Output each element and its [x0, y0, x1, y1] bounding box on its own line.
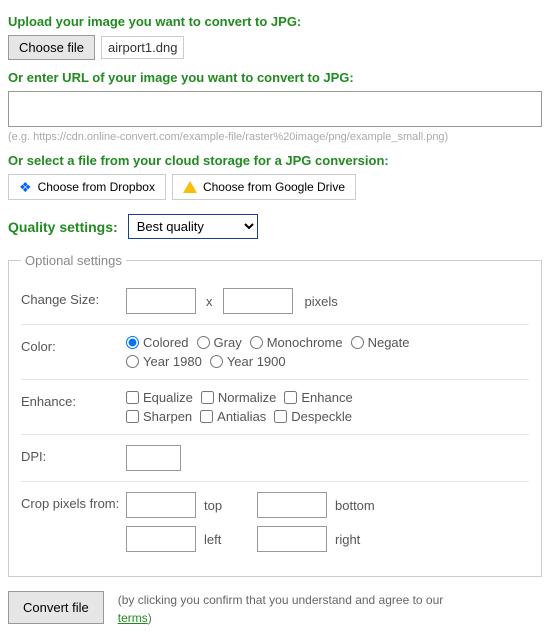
crop-right-label: right: [335, 532, 380, 547]
change-size-row: Change Size: x pixels: [21, 288, 529, 314]
radio-negate[interactable]: [351, 336, 364, 349]
color-text: Colored: [143, 335, 189, 350]
size-unit: pixels: [305, 294, 338, 309]
enhance-normalize[interactable]: Normalize: [201, 390, 277, 405]
cloud-title: Or select a file from your cloud storage…: [8, 153, 542, 168]
cb-enhance[interactable]: [284, 391, 297, 404]
divider: [21, 324, 529, 325]
disclaimer-pre: (by clicking you confirm that you unders…: [118, 593, 444, 607]
crop-right-input[interactable]: [257, 526, 327, 552]
cloud-row: ❖ Choose from Dropbox Choose from Google…: [8, 174, 542, 200]
enhance-text: Despeckle: [291, 409, 352, 424]
optional-legend: Optional settings: [21, 253, 126, 268]
color-option-gray[interactable]: Gray: [197, 335, 242, 350]
quality-label: Quality settings:: [8, 219, 118, 235]
enhance-despeckle[interactable]: Despeckle: [274, 409, 352, 424]
enhance-row: Enhance: Equalize Normalize Enhance Shar…: [21, 390, 529, 424]
color-text: Year 1900: [227, 354, 286, 369]
color-label: Color:: [21, 335, 126, 354]
enhance-text: Normalize: [218, 390, 277, 405]
crop-bottom-input[interactable]: [257, 492, 327, 518]
enhance-text: Antialias: [217, 409, 266, 424]
gdrive-label: Choose from Google Drive: [203, 180, 345, 194]
color-option-year1900[interactable]: Year 1900: [210, 354, 286, 369]
enhance-text: Sharpen: [143, 409, 192, 424]
color-option-monochrome[interactable]: Monochrome: [250, 335, 343, 350]
color-text: Gray: [214, 335, 242, 350]
radio-year1900[interactable]: [210, 355, 223, 368]
cb-normalize[interactable]: [201, 391, 214, 404]
crop-bottom-label: bottom: [335, 498, 380, 513]
crop-label: Crop pixels from:: [21, 492, 126, 511]
url-input[interactable]: [8, 91, 542, 127]
dropbox-label: Choose from Dropbox: [38, 180, 155, 194]
radio-colored[interactable]: [126, 336, 139, 349]
upload-title: Upload your image you want to convert to…: [8, 14, 542, 29]
crop-top-input[interactable]: [126, 492, 196, 518]
convert-row: Convert file (by clicking you confirm th…: [8, 591, 542, 627]
cb-sharpen[interactable]: [126, 410, 139, 423]
divider: [21, 434, 529, 435]
color-option-colored[interactable]: Colored: [126, 335, 189, 350]
dpi-row: DPI:: [21, 445, 529, 471]
crop-left-label: left: [204, 532, 249, 547]
gdrive-button[interactable]: Choose from Google Drive: [172, 174, 356, 200]
disclaimer: (by clicking you confirm that you unders…: [118, 591, 458, 627]
terms-link[interactable]: terms: [118, 611, 148, 625]
dropbox-icon: ❖: [19, 180, 32, 194]
crop-top-label: top: [204, 498, 249, 513]
crop-row: Crop pixels from: top bottom left right: [21, 492, 529, 552]
divider: [21, 379, 529, 380]
color-option-negate[interactable]: Negate: [351, 335, 410, 350]
color-text: Negate: [368, 335, 410, 350]
radio-monochrome[interactable]: [250, 336, 263, 349]
enhance-text: Enhance: [301, 390, 352, 405]
cb-despeckle[interactable]: [274, 410, 287, 423]
change-size-label: Change Size:: [21, 288, 126, 307]
url-title: Or enter URL of your image you want to c…: [8, 70, 542, 85]
gdrive-icon: [183, 181, 197, 193]
enhance-text: Equalize: [143, 390, 193, 405]
file-row: Choose file airport1.dng: [8, 35, 542, 60]
chosen-filename: airport1.dng: [101, 36, 184, 59]
height-input[interactable]: [223, 288, 293, 314]
quality-row: Quality settings: Best quality: [8, 214, 542, 239]
enhance-label: Enhance:: [21, 390, 126, 409]
divider: [21, 481, 529, 482]
cb-antialias[interactable]: [200, 410, 213, 423]
width-input[interactable]: [126, 288, 196, 314]
crop-left-input[interactable]: [126, 526, 196, 552]
dpi-label: DPI:: [21, 445, 126, 464]
dpi-input[interactable]: [126, 445, 181, 471]
disclaimer-post: ): [148, 611, 152, 625]
enhance-sharpen[interactable]: Sharpen: [126, 409, 192, 424]
color-option-year1980[interactable]: Year 1980: [126, 354, 202, 369]
x-separator: x: [206, 294, 213, 309]
dropbox-button[interactable]: ❖ Choose from Dropbox: [8, 174, 166, 200]
optional-fieldset: Optional settings Change Size: x pixels …: [8, 253, 542, 577]
cb-equalize[interactable]: [126, 391, 139, 404]
quality-select[interactable]: Best quality: [128, 214, 258, 239]
convert-button[interactable]: Convert file: [8, 591, 104, 624]
url-hint: (e.g. https://cdn.online-convert.com/exa…: [8, 131, 542, 143]
enhance-equalize[interactable]: Equalize: [126, 390, 193, 405]
choose-file-button[interactable]: Choose file: [8, 35, 95, 60]
color-text: Monochrome: [267, 335, 343, 350]
enhance-antialias[interactable]: Antialias: [200, 409, 266, 424]
enhance-enhance[interactable]: Enhance: [284, 390, 352, 405]
color-row: Color: Colored Gray Monochrome Negate Ye…: [21, 335, 529, 369]
radio-year1980[interactable]: [126, 355, 139, 368]
radio-gray[interactable]: [197, 336, 210, 349]
color-text: Year 1980: [143, 354, 202, 369]
